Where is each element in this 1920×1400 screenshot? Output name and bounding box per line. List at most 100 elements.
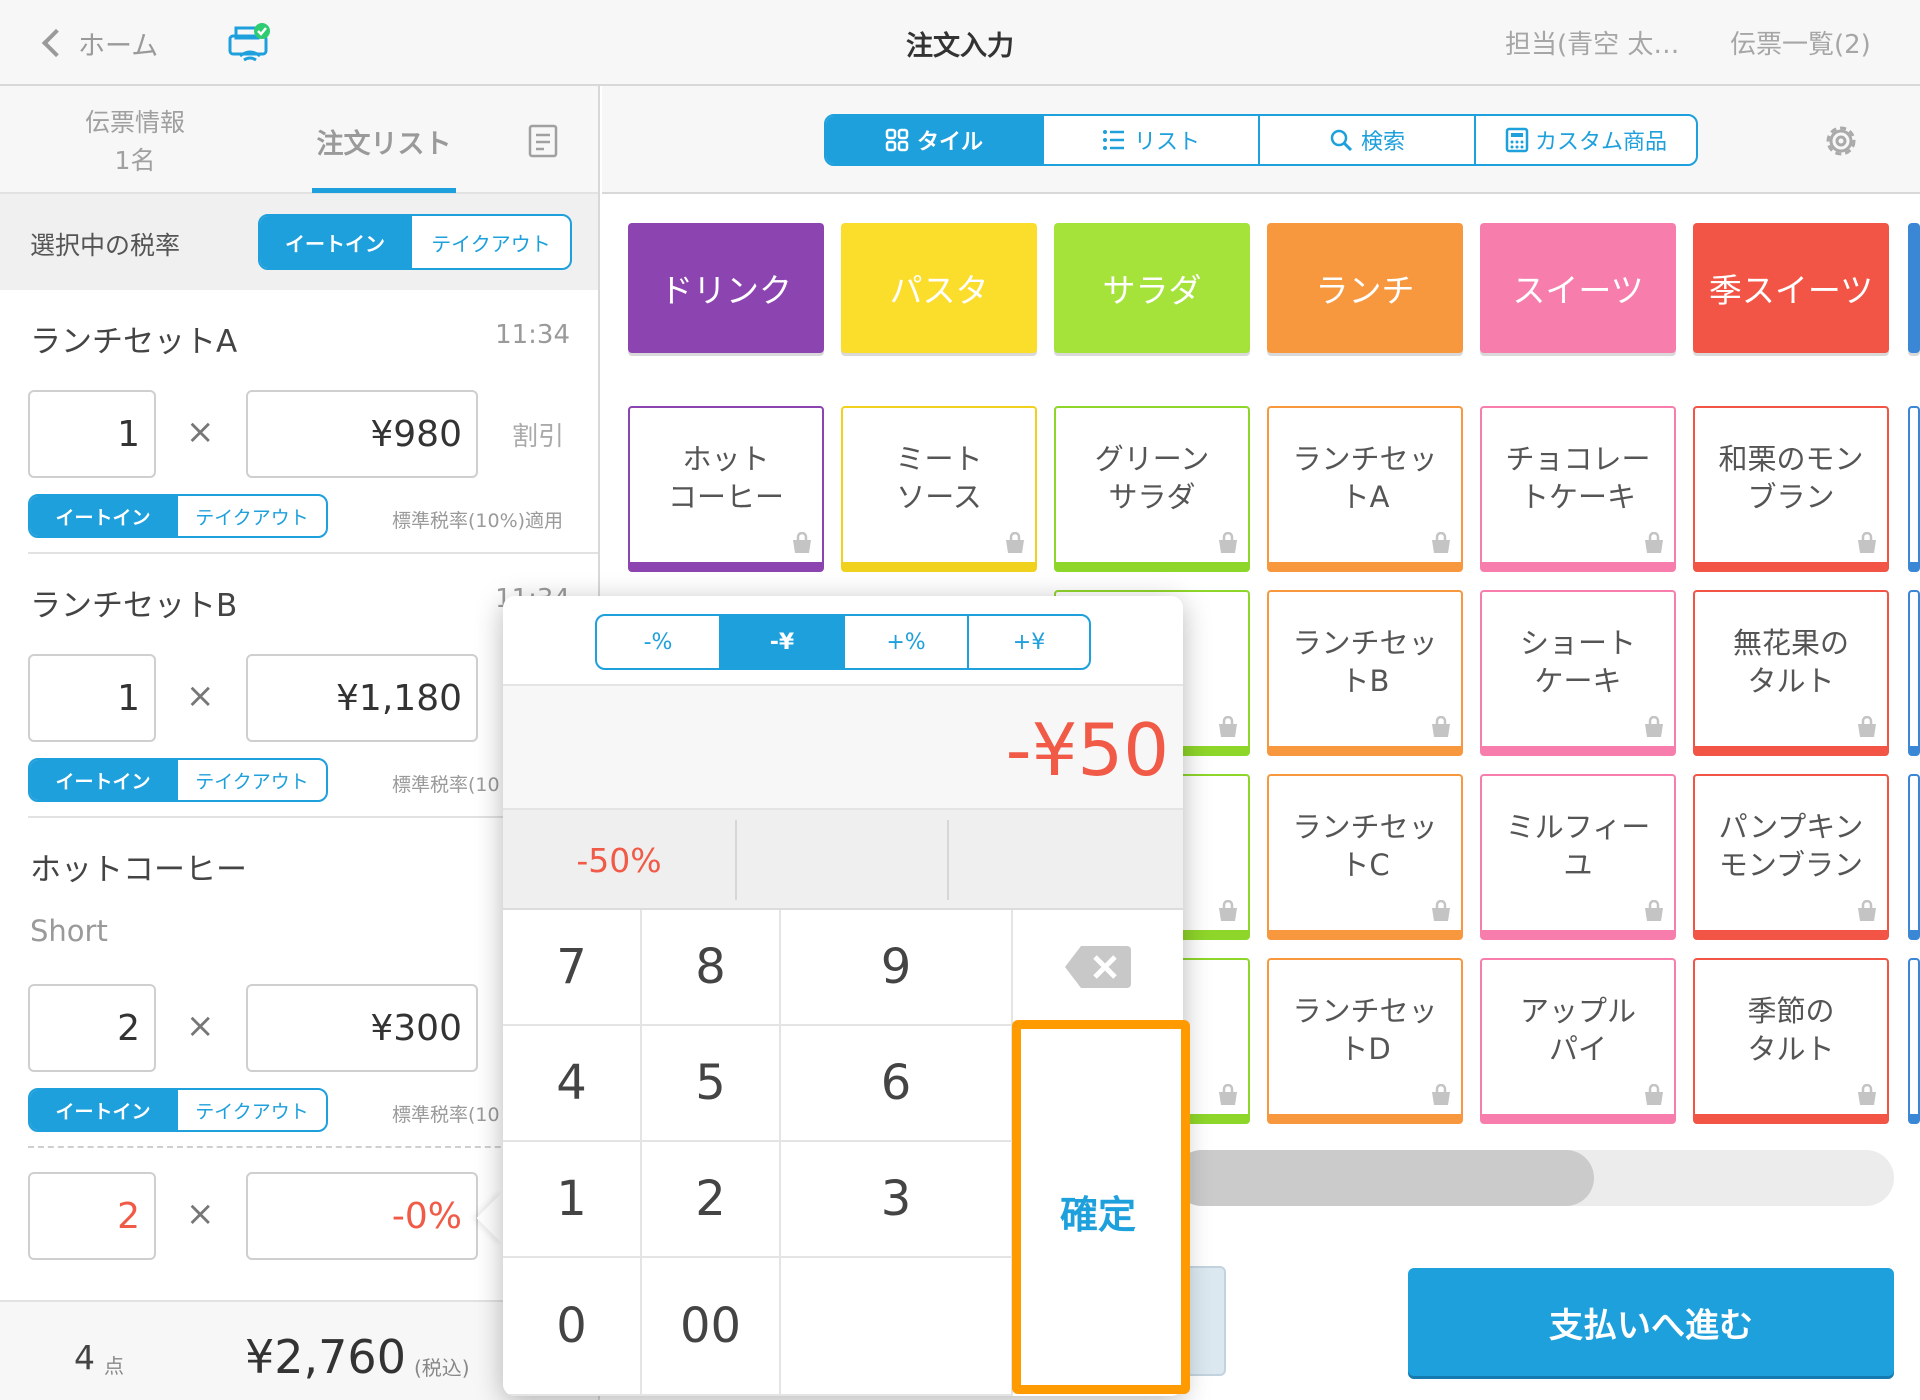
proceed-to-payment-button[interactable]: 支払いへ進む [1408,1268,1894,1376]
multiply-sign: × [186,1006,215,1046]
multiply-sign: × [186,412,215,452]
price-field[interactable]: ¥1,180 [246,654,478,742]
product-tile[interactable]: 季節の タルト [1693,958,1889,1124]
discount-value-field[interactable]: -0% [246,1172,478,1260]
quantity-field[interactable]: 1 [28,390,156,478]
product-tile[interactable]: 和栗のモン ブラン [1693,406,1889,572]
eat-in-option[interactable]: イートイン [30,760,176,800]
gear-icon[interactable] [1820,120,1862,162]
product-tile-partial[interactable] [1908,406,1920,572]
product-label: 和栗のモン ブラン [1718,442,1864,514]
category-tile[interactable]: 季スイーツ [1693,223,1889,353]
key-0[interactable]: 0 [503,1258,642,1396]
take-out-option[interactable]: テイクアウト [176,1090,326,1130]
category-tile[interactable]: スイーツ [1480,223,1676,353]
category-tile[interactable]: ドリンク [628,223,824,353]
product-label: チョコレー トケーキ [1505,442,1651,514]
backspace-key[interactable] [1013,910,1183,1026]
product-tile[interactable]: アップル パイ [1480,958,1676,1124]
category-tile[interactable]: サラダ [1054,223,1250,353]
search-icon [1330,129,1353,152]
order-item-size: Short [30,914,108,948]
scroll-thumb[interactable] [1174,1150,1594,1206]
grid-icon [885,128,909,152]
discount-mode-toggle: -% -¥ +% +¥ [595,614,1091,670]
shopping-bag-icon [1858,1084,1876,1105]
quick-discount-empty[interactable] [737,810,947,910]
item-tax-toggle: イートイン テイクアウト [28,1088,328,1132]
shopping-bag-icon [1645,900,1663,921]
memo-icon[interactable] [528,124,560,160]
eat-in-option[interactable]: イートイン [30,1090,176,1130]
key-2[interactable]: 2 [642,1142,781,1258]
tab-list[interactable]: リスト [1042,116,1258,164]
product-tile-partial[interactable] [1908,958,1920,1124]
key-6[interactable]: 6 [781,1026,1013,1142]
product-tile[interactable]: グリーン サラダ [1054,406,1250,572]
product-tile[interactable]: ホット コーヒー [628,406,824,572]
key-8[interactable]: 8 [642,910,781,1026]
product-tile-partial[interactable] [1908,590,1920,756]
key-5[interactable]: 5 [642,1026,781,1142]
item-count: 4 [74,1338,95,1377]
quantity-field[interactable]: 2 [28,984,156,1072]
mode-minus-yen[interactable]: -¥ [719,616,843,668]
view-mode-toggle: タイル リスト 検索 カスタム商品 [824,114,1698,166]
quantity-field[interactable]: 1 [28,654,156,742]
key-1[interactable]: 1 [503,1142,642,1258]
product-tile[interactable]: パンプキン モンブラン [1693,774,1889,940]
view-mode-bar: タイル リスト 検索 カスタム商品 [602,86,1920,194]
product-tile[interactable]: ミルフィー ユ [1480,774,1676,940]
key-3[interactable]: 3 [781,1142,1013,1258]
tab-search[interactable]: 検索 [1258,116,1474,164]
shopping-bag-icon [793,532,811,553]
take-out-option[interactable]: テイクアウト [410,216,570,268]
mode-plus-percent[interactable]: +% [843,616,967,668]
staff-button[interactable]: 担当(青空 太… [1505,24,1679,61]
order-total-tax-note: (税込) [414,1356,470,1380]
key-7[interactable]: 7 [503,910,642,1026]
shopping-bag-icon [1432,900,1450,921]
eat-in-option[interactable]: イートイン [30,496,176,536]
key-9[interactable]: 9 [781,910,1013,1026]
product-label: ランチセッ トC [1292,810,1438,882]
product-tile[interactable]: チョコレー トケーキ [1480,406,1676,572]
product-tile[interactable]: ランチセッ トD [1267,958,1463,1124]
tab-order-list[interactable]: 注文リスト [312,122,456,161]
take-out-option[interactable]: テイクアウト [176,496,326,536]
key-4[interactable]: 4 [503,1026,642,1142]
category-tile-partial[interactable] [1908,223,1920,353]
price-field[interactable]: ¥300 [246,984,478,1072]
product-tile-partial[interactable] [1908,774,1920,940]
discount-label[interactable]: 割引 [512,416,564,453]
shopping-bag-icon [1645,716,1663,737]
quick-discount-50[interactable]: -50% [503,810,735,910]
item-tax-toggle: イートイン テイクアウト [28,494,328,538]
tab-custom-product[interactable]: カスタム商品 [1474,116,1696,164]
product-tile[interactable]: ミート ソース [841,406,1037,572]
mode-minus-percent[interactable]: -% [597,616,719,668]
shopping-bag-icon [1219,716,1237,737]
category-tile[interactable]: パスタ [841,223,1037,353]
take-out-option[interactable]: テイクアウト [176,760,326,800]
calculator-icon [1505,127,1529,153]
product-tile[interactable]: ランチセッ トC [1267,774,1463,940]
order-item-name: ランチセットB [30,588,238,624]
category-tile[interactable]: ランチ [1267,223,1463,353]
slip-list-button[interactable]: 伝票一覧(2) [1730,24,1871,61]
price-field[interactable]: ¥980 [246,390,478,478]
product-tile[interactable]: ランチセッ トA [1267,406,1463,572]
product-tile[interactable]: ランチセッ トB [1267,590,1463,756]
discount-quantity-field[interactable]: 2 [28,1172,156,1260]
product-label: ミート ソース [895,442,983,514]
quick-discount-empty[interactable] [949,810,1183,910]
product-tile[interactable]: 無花果の タルト [1693,590,1889,756]
mode-plus-yen[interactable]: +¥ [967,616,1089,668]
shopping-bag-icon [1219,1084,1237,1105]
product-tile[interactable]: ショート ケーキ [1480,590,1676,756]
product-label: 季節の タルト [1747,994,1835,1066]
tab-slip-info[interactable]: 伝票情報 1名 [40,104,230,180]
eat-in-option[interactable]: イートイン [260,216,410,268]
key-00[interactable]: 00 [642,1258,781,1396]
tab-tile[interactable]: タイル [826,116,1042,164]
